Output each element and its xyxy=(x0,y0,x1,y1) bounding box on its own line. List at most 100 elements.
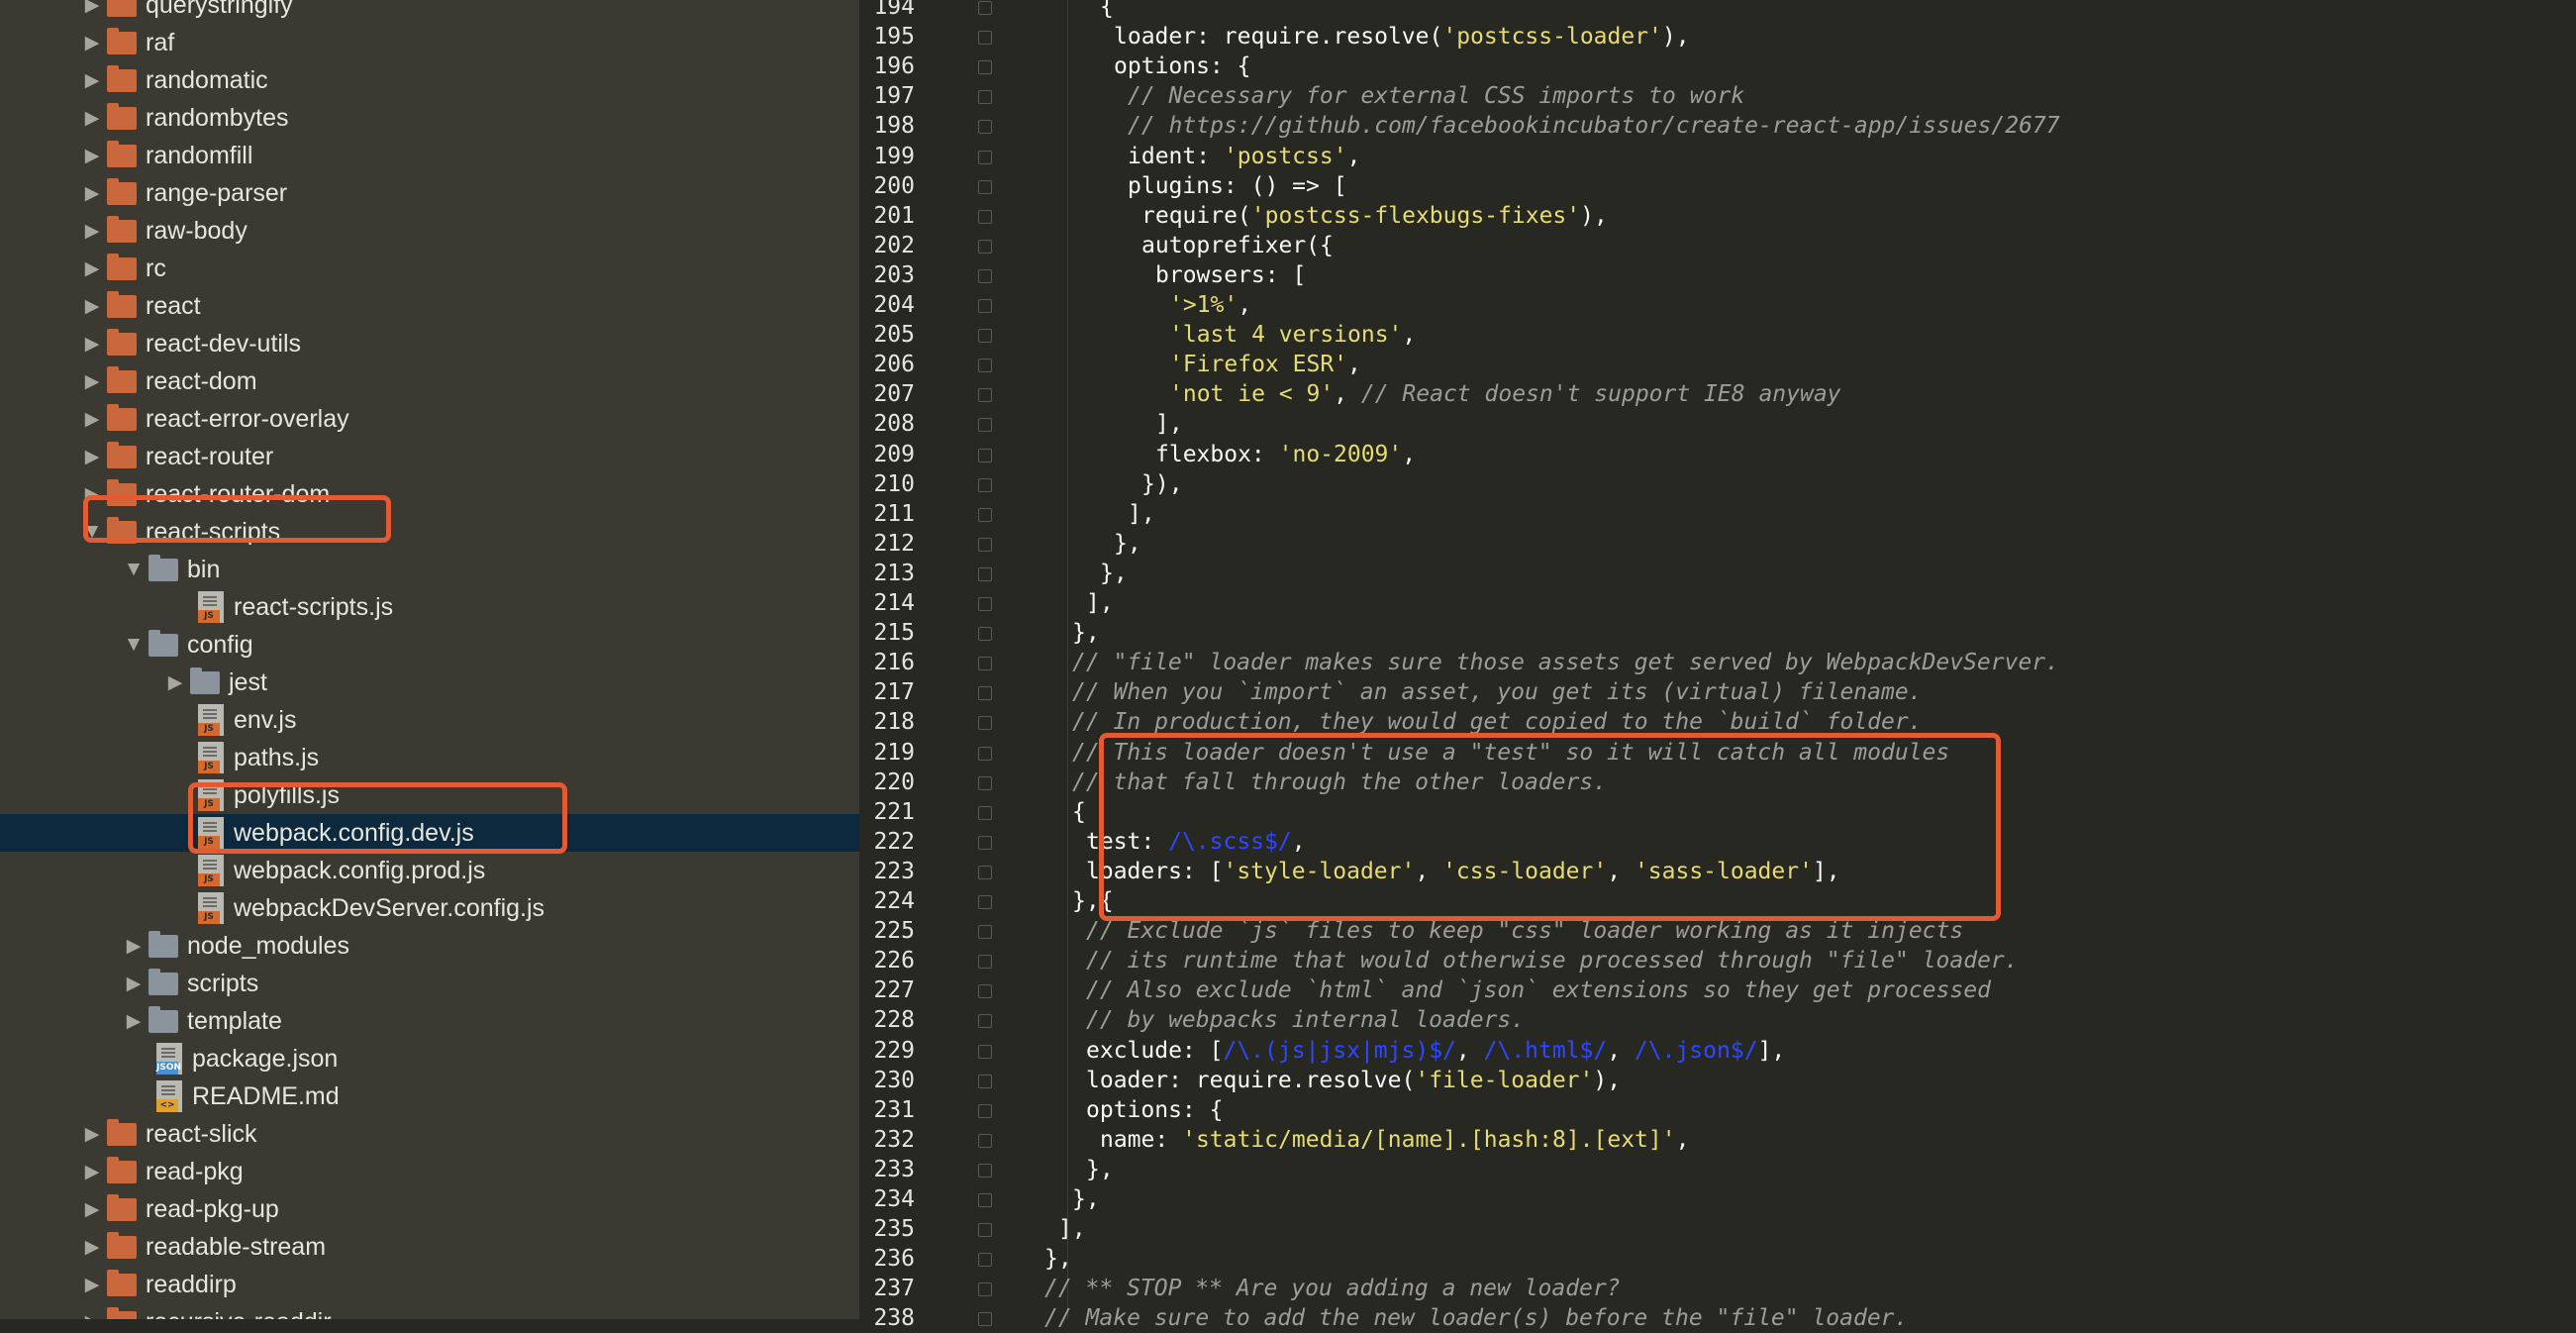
string-token: 'no-2009' xyxy=(1278,441,1403,467)
code-text: // When you `import` an asset, you get i… xyxy=(1072,677,1923,707)
fold-marker-icon[interactable] xyxy=(978,1282,992,1297)
fold-marker-icon[interactable] xyxy=(978,627,992,642)
fold-marker-icon[interactable] xyxy=(978,90,992,105)
code-line[interactable]: 232 name: 'static/media/[name].[hash:8].[… xyxy=(0,1125,1717,1155)
comment-token: // its runtime that would otherwise proc… xyxy=(1086,948,2019,974)
code-line[interactable]: 229 exclude: [/\.(js|jsx|mjs)$/, /\.html$… xyxy=(0,1036,1785,1066)
code-line[interactable]: 201 require('postcss-flexbugs-fixes'), xyxy=(0,201,1717,231)
fold-marker-icon[interactable] xyxy=(978,179,992,194)
fold-marker-icon[interactable] xyxy=(978,984,992,999)
line-number: 218 xyxy=(873,709,915,736)
fold-marker-icon[interactable] xyxy=(978,925,992,940)
fold-marker-icon[interactable] xyxy=(978,1133,992,1148)
fold-marker-icon[interactable] xyxy=(978,805,992,820)
fold-marker-icon[interactable] xyxy=(978,388,992,403)
code-line[interactable]: 194 { xyxy=(0,0,1717,22)
code-line[interactable]: 215}, xyxy=(0,618,1717,648)
code-line[interactable]: 236}, xyxy=(0,1244,1717,1274)
code-line[interactable]: 202 autoprefixer({ xyxy=(0,231,1717,260)
fold-marker-icon[interactable] xyxy=(978,1312,992,1327)
fold-marker-icon[interactable] xyxy=(978,1253,992,1268)
fold-marker-icon[interactable] xyxy=(978,31,992,46)
fold-marker-icon[interactable] xyxy=(978,120,992,135)
fold-marker-icon[interactable] xyxy=(978,209,992,224)
code-text: }, xyxy=(1100,559,1128,588)
code-line[interactable]: 234}, xyxy=(0,1184,1717,1214)
fold-marker-icon[interactable] xyxy=(978,775,992,790)
code-line[interactable]: 238 // Make sure to add the new loader(s)… xyxy=(0,1303,1908,1333)
code-line[interactable]: 200 plugins: () => [ xyxy=(0,171,1717,201)
code-line[interactable]: 204 '>1%', xyxy=(0,290,1717,320)
fold-marker-icon[interactable] xyxy=(978,835,992,850)
fold-marker-icon[interactable] xyxy=(978,746,992,761)
fold-marker-icon[interactable] xyxy=(978,359,992,373)
fold-marker-icon[interactable] xyxy=(978,268,992,283)
fold-marker-icon[interactable] xyxy=(978,1163,992,1178)
fold-marker-icon[interactable] xyxy=(978,1044,992,1059)
fold-marker-icon[interactable] xyxy=(978,150,992,164)
code-line[interactable]: 214], xyxy=(0,588,1717,618)
fold-marker-icon[interactable] xyxy=(978,686,992,701)
fold-marker-icon[interactable] xyxy=(978,477,992,492)
code-line[interactable]: 231 options: { xyxy=(0,1095,1717,1125)
line-number: 209 xyxy=(873,441,915,467)
fold-marker-icon[interactable] xyxy=(978,299,992,313)
fold-marker-icon[interactable] xyxy=(978,418,992,433)
code-line[interactable]: 230 loader: require.resolve('file-loader'… xyxy=(0,1066,1717,1095)
code-line[interactable]: 226 // its runtime that would otherwise p… xyxy=(0,946,2018,975)
code-token: name: xyxy=(1100,1126,1183,1153)
fold-marker-icon[interactable] xyxy=(978,1074,992,1088)
fold-marker-icon[interactable] xyxy=(978,716,992,731)
code-text: // "file" loader makes sure those assets… xyxy=(1072,648,2059,677)
code-line[interactable]: 227 // Also exclude `html` and `json` ext… xyxy=(0,975,1990,1005)
fold-marker-icon[interactable] xyxy=(978,537,992,552)
line-number: 230 xyxy=(873,1067,915,1093)
code-text: }, xyxy=(1072,618,1100,648)
fold-marker-icon[interactable] xyxy=(978,1223,992,1238)
code-line[interactable]: 208], xyxy=(0,409,1717,439)
fold-marker-icon[interactable] xyxy=(978,448,992,462)
regex-token: /\.(js|jsx|mjs)$/ xyxy=(1223,1037,1456,1064)
fold-marker-icon[interactable] xyxy=(978,955,992,970)
fold-marker-icon[interactable] xyxy=(978,329,992,344)
annotation-box-webpack-config-dev xyxy=(188,782,567,854)
code-line[interactable]: 209 flexbox: 'no-2009', xyxy=(0,440,1717,469)
fold-marker-icon[interactable] xyxy=(978,657,992,671)
fold-marker-icon[interactable] xyxy=(978,566,992,581)
code-token: ], xyxy=(1128,500,1155,527)
regex-token: /\.html$/ xyxy=(1483,1037,1608,1064)
code-line[interactable]: 199 ident: 'postcss', xyxy=(0,142,1717,171)
code-text: ], xyxy=(1058,1214,1086,1244)
code-line[interactable]: 228 // by webpacks internal loaders. xyxy=(0,1005,1717,1035)
fold-marker-icon[interactable] xyxy=(978,1103,992,1118)
fold-marker-icon[interactable] xyxy=(978,865,992,879)
fold-marker-icon[interactable] xyxy=(978,507,992,522)
comment-token: // by webpacks internal loaders. xyxy=(1086,1007,1526,1034)
fold-marker-icon[interactable] xyxy=(978,1014,992,1029)
fold-marker-icon[interactable] xyxy=(978,1,992,15)
code-line[interactable]: 233}, xyxy=(0,1155,1717,1184)
code-text: loader: require.resolve('file-loader'), xyxy=(1086,1066,1621,1095)
code-line[interactable]: 197 // Necessary for external CSS imports… xyxy=(0,81,1744,111)
code-token: ], xyxy=(1086,590,1114,616)
fold-marker-icon[interactable] xyxy=(978,1193,992,1207)
code-line[interactable]: 207 'not ie < 9', // React doesn't suppor… xyxy=(0,379,1840,409)
code-text: // ** STOP ** Are you adding a new loade… xyxy=(1044,1274,1621,1303)
code-line[interactable]: 216 // "file" loader makes sure those ass… xyxy=(0,648,2059,677)
code-line[interactable]: 237 // ** STOP ** Are you adding a new lo… xyxy=(0,1274,1717,1303)
code-line[interactable]: 217 // When you `import` an asset, you ge… xyxy=(0,677,1922,707)
code-line[interactable]: 205 'last 4 versions', xyxy=(0,320,1717,350)
code-line[interactable]: 235], xyxy=(0,1214,1717,1244)
code-text: 'Firefox ESR', xyxy=(1169,350,1361,379)
fold-marker-icon[interactable] xyxy=(978,597,992,611)
code-line[interactable]: 206 'Firefox ESR', xyxy=(0,350,1717,379)
code-line[interactable]: 213}, xyxy=(0,559,1717,588)
code-line[interactable]: 198 // https://github.com/facebookincubat… xyxy=(0,111,2059,141)
code-token: , xyxy=(1402,322,1417,349)
code-line[interactable]: 196 options: { xyxy=(0,51,1717,81)
code-line[interactable]: 195 loader: require.resolve('postcss-load… xyxy=(0,22,1717,51)
code-line[interactable]: 203 browsers: [ xyxy=(0,260,1717,290)
fold-marker-icon[interactable] xyxy=(978,239,992,254)
fold-marker-icon[interactable] xyxy=(978,60,992,75)
fold-marker-icon[interactable] xyxy=(978,895,992,909)
